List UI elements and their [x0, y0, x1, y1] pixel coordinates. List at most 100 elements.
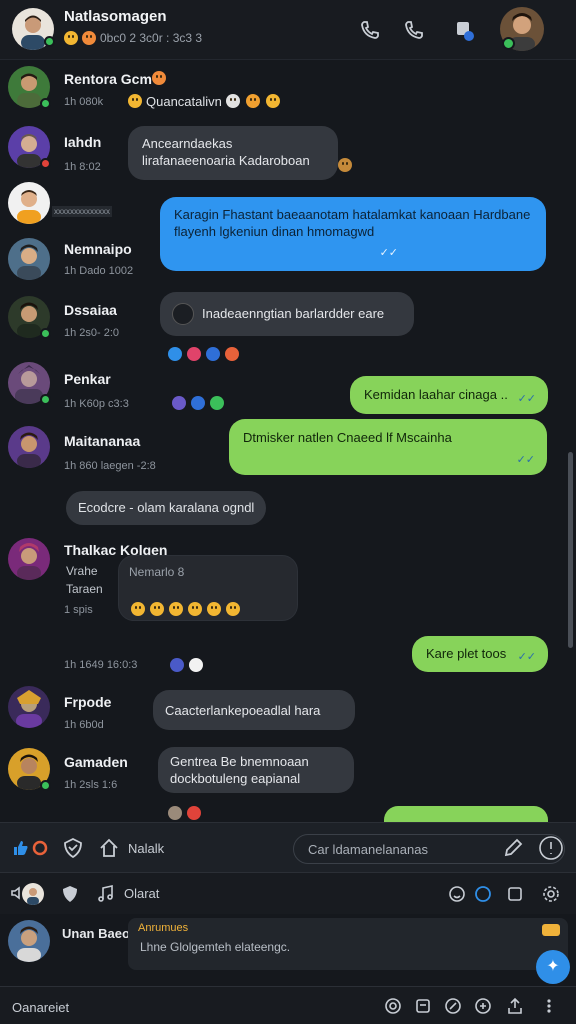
message-bubble-outgoing[interactable]	[384, 806, 548, 822]
shield-icon[interactable]	[62, 837, 84, 859]
sender-name: Iahdn	[64, 134, 102, 150]
message-time: 1h 8:02	[64, 161, 101, 173]
preview-card[interactable]: Anrumues Lhne Glolgemteh elateengc.	[128, 918, 568, 970]
reactions[interactable]	[131, 602, 240, 616]
busy-indicator	[40, 158, 51, 169]
preview-text: Lhne Glolgemteh elateengc.	[140, 940, 291, 954]
reaction-icon[interactable]	[187, 806, 201, 820]
reaction-icon[interactable]	[170, 658, 184, 672]
message-text: Kare plet toos	[426, 646, 507, 661]
gif-icon[interactable]	[474, 885, 492, 903]
reaction-icon[interactable]	[168, 347, 182, 361]
reaction-icon[interactable]	[187, 347, 201, 361]
avatar[interactable]	[8, 686, 50, 728]
scrollbar[interactable]	[568, 452, 573, 648]
message-input[interactable]: Car ldamanelananas	[293, 834, 565, 864]
message-bubble[interactable]: Ancearndaekas lirafanaeenoaria Kadaroboa…	[128, 126, 338, 180]
online-indicator	[40, 394, 51, 405]
sender-name: Dssaiaa	[64, 302, 117, 318]
reactions[interactable]	[172, 396, 224, 410]
game-icon[interactable]	[474, 997, 492, 1015]
online-indicator	[40, 780, 51, 791]
reaction-icon[interactable]	[225, 347, 239, 361]
message-bubble[interactable]: Nemarlo 8	[118, 555, 298, 621]
bottom-label[interactable]: Oanareiet	[12, 1000, 69, 1015]
online-indicator	[40, 98, 51, 109]
message-text: Inadeaenngtian barlardder eare	[202, 306, 385, 321]
message-bubble[interactable]: Gentrea Be bnemnoaan dockbotuleng eapian…	[158, 747, 354, 793]
message-bubble-outgoing[interactable]: Kemidan laahar cinaga .. ✓✓	[350, 376, 548, 414]
music-icon[interactable]	[96, 884, 116, 904]
preview-sender: Unan Baeo	[62, 926, 130, 941]
message-time: 1h 2s0- 2:0	[64, 327, 120, 339]
sender-name: Penkar	[64, 371, 111, 387]
message-text: Gentrea Be bnemnoaan dockbotuleng eapian…	[170, 754, 309, 786]
home-icon[interactable]	[98, 837, 120, 859]
avatar[interactable]	[8, 920, 50, 962]
secondary-toolbar: Olarat	[0, 872, 576, 914]
reaction-icon[interactable]	[168, 806, 182, 820]
avatar[interactable]	[8, 538, 50, 580]
sender-name: Rentora Gcm	[64, 71, 152, 87]
reaction-icon[interactable]	[191, 396, 205, 410]
reaction-icon[interactable]	[32, 840, 48, 856]
link-icon[interactable]	[444, 997, 462, 1015]
more-vertical-icon[interactable]	[540, 997, 558, 1015]
call-icon[interactable]	[402, 18, 426, 42]
compose-fab[interactable]: ✦	[536, 950, 570, 984]
sender-name: Maitananaa	[64, 433, 141, 449]
device-icon[interactable]	[452, 18, 476, 42]
emoji-icon[interactable]	[448, 885, 466, 903]
attach-icon[interactable]	[506, 885, 524, 903]
read-receipt-icon: ✓✓	[379, 247, 398, 259]
more-icon[interactable]	[538, 835, 564, 861]
composer-label[interactable]: Nalalk	[128, 841, 164, 856]
wink-emoji-icon	[266, 94, 280, 108]
grin-emoji-icon	[152, 71, 166, 85]
message-time: 1 spis	[64, 604, 93, 616]
smile-emoji-icon	[64, 31, 78, 45]
reaction-icon[interactable]	[206, 347, 220, 361]
read-receipt-icon: ✓✓	[517, 651, 536, 663]
message-bubble[interactable]: Caacterlankepoeadlal hara	[153, 690, 355, 730]
edit-icon[interactable]	[502, 837, 524, 859]
message-bubble-outgoing[interactable]: Kare plet toos ✓✓	[412, 636, 548, 672]
small-avatar[interactable]	[22, 883, 44, 905]
chat-header: Natlasomagen 0bc0 2 3c0r : 3c3 3	[0, 0, 576, 60]
reaction-icon[interactable]	[172, 396, 186, 410]
refresh-icon[interactable]	[384, 997, 402, 1015]
message-text: Karagin Fhastant baeaanotam hatalamkat k…	[174, 207, 531, 239]
avatar[interactable]	[8, 238, 50, 280]
note-icon[interactable]	[414, 997, 432, 1015]
toolbar-label[interactable]: Olarat	[124, 886, 159, 901]
smile-emoji-icon	[188, 602, 202, 616]
reactions[interactable]	[168, 347, 239, 361]
reaction-icon[interactable]	[189, 658, 203, 672]
message-time: 1h K60p c3:3	[64, 398, 129, 410]
avatar[interactable]	[8, 182, 50, 224]
shield-icon[interactable]	[60, 884, 80, 904]
reaction-icon[interactable]	[210, 396, 224, 410]
smile-emoji-icon	[207, 602, 221, 616]
message-bubble-outgoing[interactable]: Dtmisker natlen Cnaeed lf Mscainha ✓✓	[229, 419, 547, 475]
smile-emoji-icon	[169, 602, 183, 616]
read-receipt-icon: ✓✓	[516, 454, 535, 466]
message-text: Quancatalivn	[146, 94, 222, 109]
reactions[interactable]	[170, 658, 203, 672]
sender-name: Gamaden	[64, 754, 128, 770]
sender-name: Frpode	[64, 694, 112, 710]
link-icon	[172, 303, 194, 325]
like-icon[interactable]	[12, 839, 30, 857]
sender-subtitle: Vrahe Taraen	[66, 564, 103, 596]
message-bubble-outgoing[interactable]: Karagin Fhastant baeaanotam hatalamkat k…	[160, 197, 546, 271]
phone-icon[interactable]	[358, 18, 382, 42]
smile-emoji-icon	[150, 602, 164, 616]
chat-status: 0bc0 2 3c0r : 3c3 3	[64, 31, 202, 45]
avatar[interactable]	[8, 426, 50, 468]
share-icon[interactable]	[506, 997, 524, 1015]
reactions[interactable]	[168, 806, 201, 820]
message-text: Dtmisker natlen Cnaeed lf Mscainha	[243, 430, 452, 445]
message-text: Kemidan laahar cinaga ..	[364, 387, 508, 402]
settings-icon[interactable]	[542, 885, 560, 903]
message-bubble[interactable]: Inadeaenngtian barlardder eare	[160, 292, 414, 336]
